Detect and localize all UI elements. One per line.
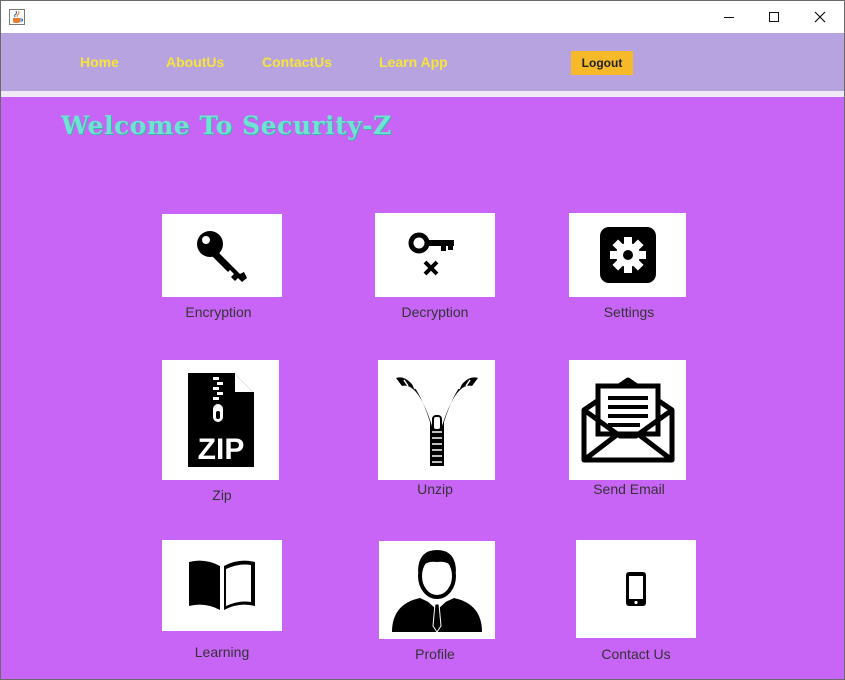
- learning-tile[interactable]: [162, 540, 282, 631]
- svg-text:ZIP: ZIP: [197, 433, 244, 466]
- zip-label: Zip: [212, 487, 232, 503]
- key-cross-icon: [408, 232, 454, 276]
- envelope-icon: [581, 377, 674, 463]
- close-icon: [814, 11, 826, 23]
- settings-tile[interactable]: [569, 213, 686, 297]
- logout-button[interactable]: Logout: [571, 51, 633, 75]
- menu-divider: [1, 91, 844, 97]
- encryption-tile[interactable]: [162, 214, 282, 297]
- nav-about-us[interactable]: AboutUs: [166, 54, 224, 70]
- nav-learn-app[interactable]: Learn App: [379, 54, 448, 70]
- contact-us-tile[interactable]: [576, 540, 696, 638]
- decryption-tile[interactable]: [375, 213, 495, 297]
- send-email-tile[interactable]: [569, 360, 686, 480]
- encryption-label: Encryption: [185, 304, 252, 320]
- unzip-tile[interactable]: [378, 360, 495, 480]
- welcome-heading: Welcome To Security-Z: [61, 111, 392, 140]
- title-bar: [1, 1, 844, 33]
- key-icon: [197, 230, 247, 282]
- maximize-icon: [769, 12, 779, 22]
- zip-file-icon: ZIP: [187, 373, 254, 467]
- close-button[interactable]: [797, 1, 843, 33]
- profile-label: Profile: [415, 646, 455, 662]
- java-cup-icon: [9, 9, 25, 25]
- gear-icon: [599, 227, 656, 283]
- phone-icon: [626, 572, 646, 606]
- send-email-label: Send Email: [593, 481, 665, 497]
- unzip-label: Unzip: [417, 481, 453, 497]
- zip-tile[interactable]: ZIP: [162, 360, 279, 480]
- nav-home[interactable]: Home: [80, 54, 119, 70]
- user-icon: [392, 550, 482, 633]
- book-icon: [189, 560, 255, 610]
- minimize-icon: [724, 17, 734, 18]
- learning-label: Learning: [194, 644, 250, 660]
- maximize-button[interactable]: [751, 1, 797, 33]
- settings-label: Settings: [603, 304, 655, 320]
- decryption-label: Decryption: [401, 304, 469, 320]
- contact-us-label: Contact Us: [601, 646, 671, 662]
- minimize-button[interactable]: [706, 1, 752, 33]
- app-window: Home AboutUs ContactUs Learn App Logout …: [0, 0, 845, 680]
- profile-tile[interactable]: [379, 541, 495, 639]
- nav-contact-us[interactable]: ContactUs: [262, 54, 332, 70]
- zipper-icon: [395, 377, 478, 466]
